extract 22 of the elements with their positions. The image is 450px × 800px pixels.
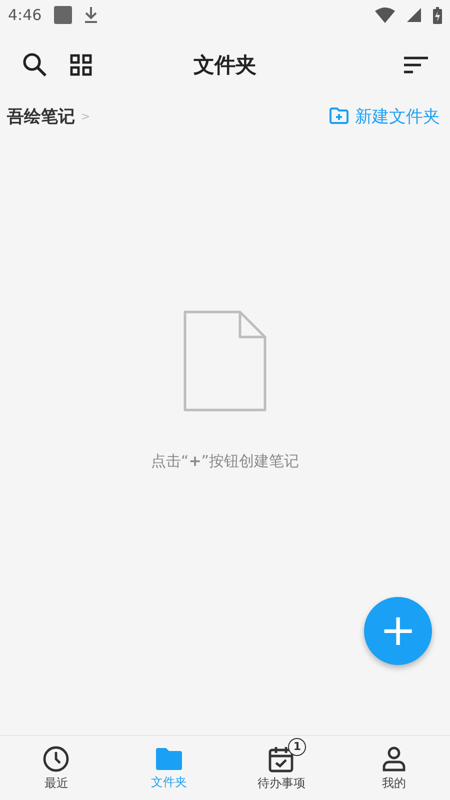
wifi-icon (375, 7, 395, 23)
sort-button[interactable] (402, 54, 430, 76)
download-icon (84, 6, 98, 24)
grid-view-button[interactable] (68, 52, 94, 78)
nav-tab[interactable]: 我的 (338, 736, 450, 800)
person-icon (380, 744, 407, 772)
count-badge: 1 (288, 738, 306, 756)
empty-document-icon (183, 310, 267, 412)
page-title: 文件夹 (194, 52, 256, 79)
breadcrumb-separator: > (81, 110, 90, 122)
battery-icon (433, 6, 442, 24)
nav-tab[interactable]: 1 待办事项 (225, 736, 338, 800)
clock-icon (42, 744, 70, 772)
folder-icon (154, 746, 183, 772)
empty-hint: 点击“+”按钮创建笔记 (150, 452, 300, 471)
app-notification-icon (54, 6, 72, 24)
breadcrumb-item[interactable]: 吾绘笔记 (7, 104, 75, 128)
calendar-check-icon (268, 744, 294, 772)
folder-plus-icon (329, 107, 349, 125)
status-time: 4:46 (8, 6, 42, 24)
cell-signal-icon (407, 8, 421, 22)
nav-tab[interactable]: 最近 (0, 736, 112, 800)
